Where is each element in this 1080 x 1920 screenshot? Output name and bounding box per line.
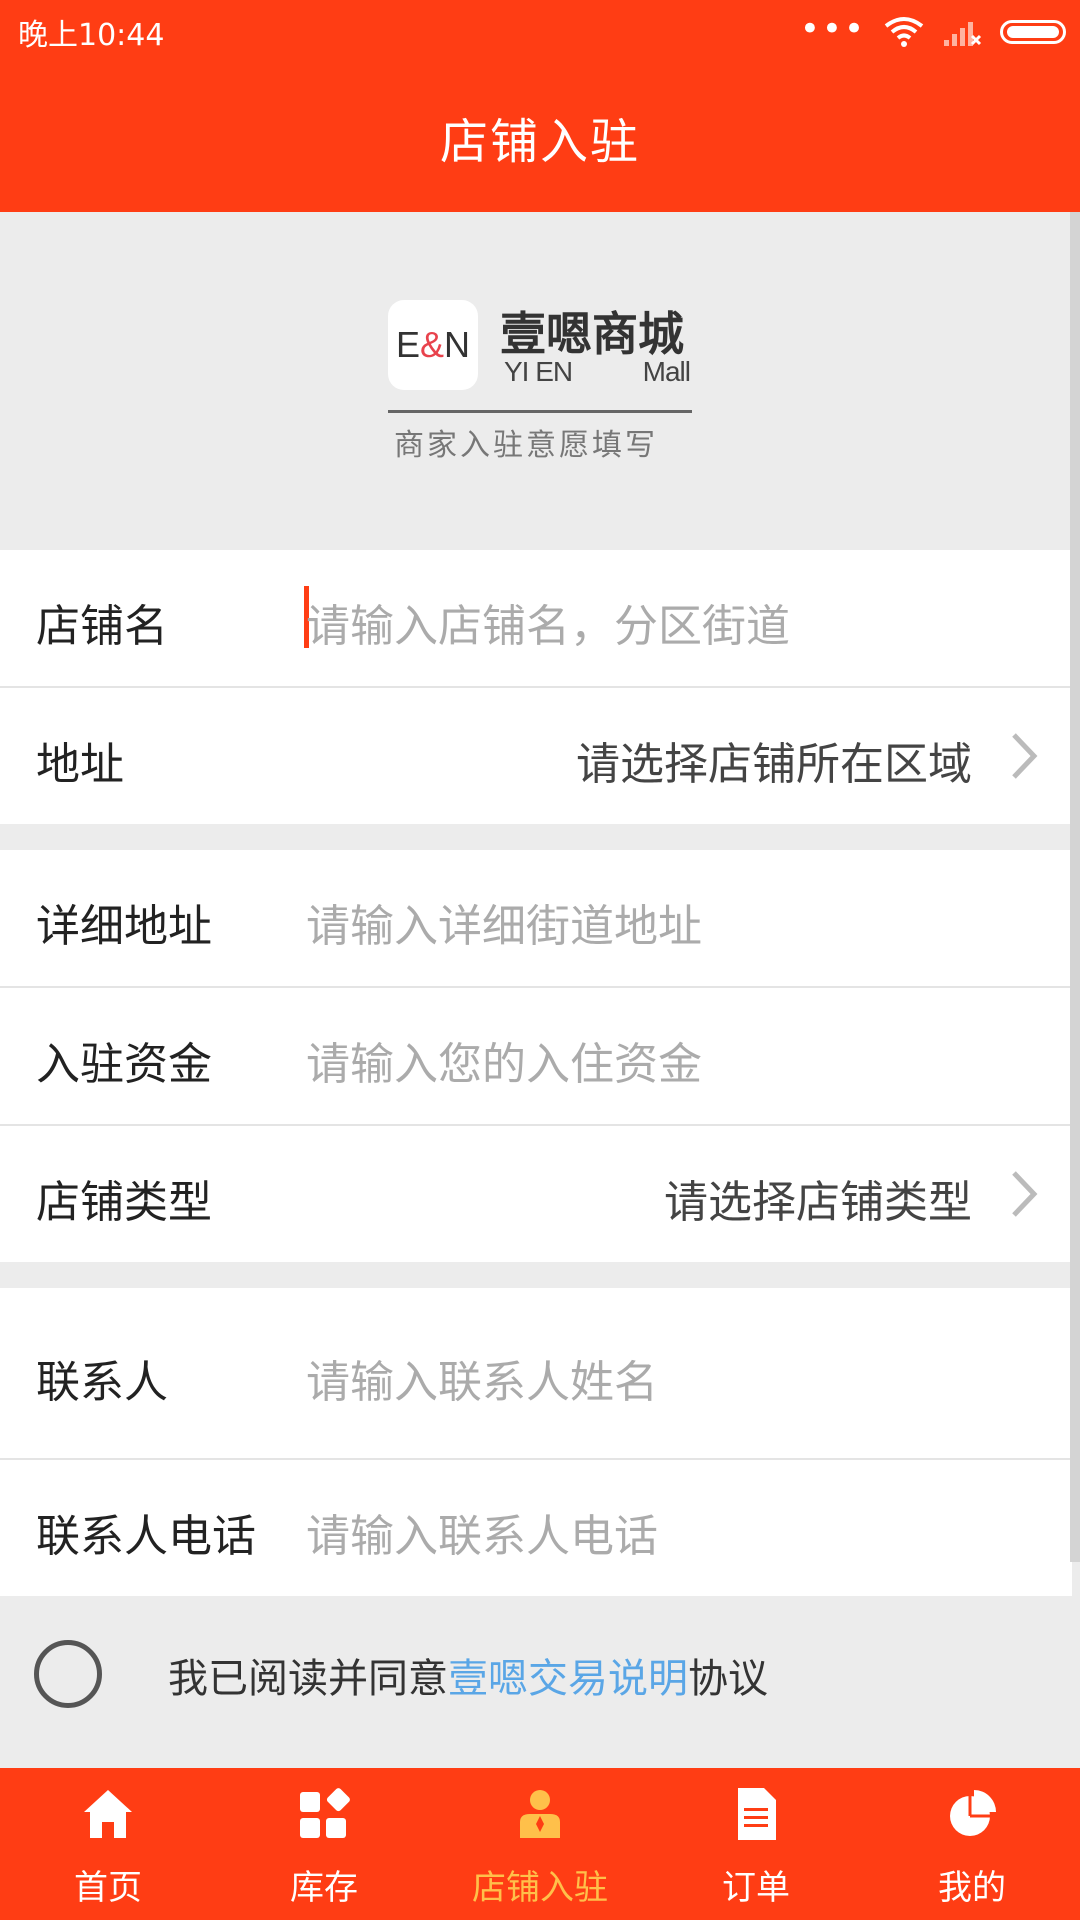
tab-shop-join-label: 店铺入驻	[472, 1868, 608, 1908]
chevron-right-icon	[1012, 1171, 1038, 1217]
funds-row[interactable]: 入驻资金 请输入您的入住资金	[0, 988, 1072, 1124]
agreement-row: 我已阅读并同意壹嗯交易说明协议	[0, 1596, 1072, 1768]
grid-icon	[300, 1788, 350, 1838]
status-time: 晚上10:44	[18, 18, 165, 53]
tab-inventory[interactable]: 库存	[216, 1768, 432, 1920]
agree-radio[interactable]	[34, 1640, 102, 1708]
more-dots-icon: •••	[799, 9, 866, 49]
tab-mine-label: 我的	[938, 1868, 1006, 1908]
detail-address-row[interactable]: 详细地址 请输入详细街道地址	[0, 850, 1072, 986]
brand-name: 壹嗯商城	[500, 307, 684, 361]
page-title: 店铺入驻	[439, 114, 640, 170]
tab-mine[interactable]: 我的	[864, 1768, 1080, 1920]
person-icon	[520, 1790, 560, 1838]
brand-en-part1: YI EN	[504, 356, 573, 387]
logo-ampersand: &	[420, 324, 445, 365]
logo-divider	[388, 410, 692, 413]
battery-icon	[1000, 20, 1066, 44]
funds-label: 入驻资金	[36, 1039, 212, 1090]
agreement-prefix: 我已阅读并同意	[168, 1656, 448, 1702]
title-bar: 店铺入驻	[0, 62, 1080, 212]
shop-name-row[interactable]: 店铺名 请输入店铺名，分区街道	[0, 550, 1072, 686]
contact-input[interactable]: 请输入联系人姓名	[306, 1346, 658, 1410]
tab-inventory-label: 库存	[290, 1868, 358, 1908]
agreement-suffix: 协议	[688, 1656, 768, 1702]
bottom-tab-bar: 首页 库存 店铺入驻 订单 我的	[0, 1768, 1080, 1920]
shop-type-row[interactable]: 店铺类型 请选择店铺类型	[0, 1126, 1072, 1262]
phone-label: 联系人电话	[36, 1511, 256, 1562]
agreement-text: 我已阅读并同意壹嗯交易说明协议	[168, 1646, 768, 1704]
home-icon	[84, 1790, 132, 1838]
phone-input[interactable]: 请输入联系人电话	[306, 1500, 658, 1564]
logo-letter-e: E	[395, 324, 420, 365]
brand-name-en: YI EN Mall	[504, 356, 691, 388]
pie-icon	[950, 1790, 996, 1836]
banner-subtitle: 商家入驻意愿填写	[394, 428, 658, 463]
tab-shop-join[interactable]: 店铺入驻	[432, 1768, 648, 1920]
document-icon	[738, 1788, 776, 1840]
contact-row[interactable]: 联系人 请输入联系人姓名	[0, 1288, 1072, 1458]
detail-address-input[interactable]: 请输入详细街道地址	[306, 890, 702, 954]
brand-logo: E & N 壹嗯商城 YI EN Mall 商家入驻意愿填写	[388, 300, 692, 470]
status-bar: 晚上10:44 •••	[0, 0, 1080, 62]
logo-letter-n: N	[444, 324, 471, 365]
signal-icon	[944, 22, 982, 46]
agreement-link[interactable]: 壹嗯交易说明	[448, 1656, 688, 1702]
tab-orders[interactable]: 订单	[648, 1768, 864, 1920]
logo-mark: E & N	[388, 300, 478, 390]
detail-address-label: 详细地址	[36, 901, 212, 952]
phone-row[interactable]: 联系人电话 请输入联系人电话	[0, 1460, 1072, 1596]
shop-name-label: 店铺名	[36, 601, 168, 652]
status-icons: •••	[800, 12, 1066, 52]
contact-label: 联系人	[36, 1357, 168, 1408]
scrollbar[interactable]	[1070, 212, 1080, 1562]
tab-home[interactable]: 首页	[0, 1768, 216, 1920]
tab-orders-label: 订单	[722, 1868, 790, 1908]
chevron-right-icon	[1012, 733, 1038, 779]
shop-type-select[interactable]: 请选择店铺类型	[664, 1166, 972, 1230]
address-label: 地址	[36, 739, 124, 790]
wifi-icon	[884, 17, 924, 47]
tab-home-label: 首页	[74, 1868, 142, 1908]
funds-input[interactable]: 请输入您的入住资金	[306, 1028, 702, 1092]
shop-type-label: 店铺类型	[36, 1177, 212, 1228]
address-row[interactable]: 地址 请选择店铺所在区域	[0, 688, 1072, 824]
address-select[interactable]: 请选择店铺所在区域	[576, 728, 972, 792]
brand-en-part2: Mall	[642, 356, 691, 387]
shop-name-input[interactable]: 请输入店铺名，分区街道	[306, 590, 790, 654]
